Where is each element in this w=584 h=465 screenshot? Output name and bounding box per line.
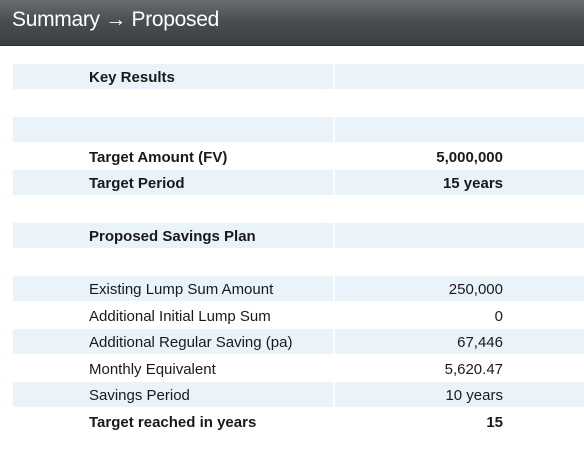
row-label: Additional Initial Lump Sum <box>89 307 271 325</box>
value-cell: 250,000 <box>335 276 584 301</box>
value-cell <box>335 117 584 142</box>
table-row: Monthly Equivalent 5,620.47 <box>13 356 584 383</box>
label-cell: Existing Lump Sum Amount <box>13 276 333 301</box>
table-row: Key Results <box>13 64 584 91</box>
row-value: 0 <box>494 307 503 325</box>
label-cell: Proposed Savings Plan <box>13 223 333 248</box>
row-value: 67,446 <box>457 334 503 351</box>
table-row <box>13 91 584 118</box>
table-row: Additional Regular Saving (pa) 67,446 <box>13 329 584 356</box>
label-cell: Target reached in years <box>13 409 333 434</box>
label-cell: Monthly Equivalent <box>13 356 333 381</box>
table-row <box>13 197 584 224</box>
label-cell: Savings Period <box>13 382 333 407</box>
value-cell: 15 years <box>335 170 584 195</box>
table-row <box>13 250 584 277</box>
value-cell <box>335 223 584 248</box>
table-row: Proposed Savings Plan <box>13 223 584 250</box>
label-cell <box>13 91 333 116</box>
row-label: Target reached in years <box>89 413 257 431</box>
value-cell: 5,000,000 <box>335 144 584 169</box>
row-value: 5,000,000 <box>436 148 503 166</box>
row-label: Key Results <box>89 69 175 86</box>
label-cell: Target Amount (FV) <box>13 144 333 169</box>
row-label: Target Period <box>89 175 185 192</box>
table-row: Savings Period 10 years <box>13 382 584 409</box>
row-label: Existing Lump Sum Amount <box>89 281 274 298</box>
label-cell: Target Period <box>13 170 333 195</box>
value-cell: 67,446 <box>335 329 584 354</box>
summary-table: Key Results Target Amount (FV) 5,000,000 Ta… <box>13 64 584 435</box>
page-title: Summary → Proposed <box>12 8 220 31</box>
label-cell: Additional Initial Lump Sum <box>13 303 333 328</box>
label-cell <box>13 250 333 275</box>
row-label: Proposed Savings Plan <box>89 228 256 245</box>
label-cell: Key Results <box>13 64 333 89</box>
label-cell <box>13 197 333 222</box>
row-value: 5,620.47 <box>444 360 503 378</box>
row-label: Additional Regular Saving (pa) <box>89 334 293 351</box>
row-value: 15 years <box>442 175 503 192</box>
table-row: Target reached in years 15 <box>13 409 584 436</box>
row-label: Savings Period <box>89 387 190 404</box>
value-cell <box>335 250 584 275</box>
row-label: Target Amount (FV) <box>89 148 228 166</box>
row-value: 15 <box>486 413 503 431</box>
label-cell: Additional Regular Saving (pa) <box>13 329 333 354</box>
row-value: 250,000 <box>448 281 503 298</box>
label-cell <box>13 117 333 142</box>
row-value: 10 years <box>445 387 503 404</box>
value-cell: 5,620.47 <box>335 356 584 381</box>
table-row: Target Amount (FV) 5,000,000 <box>13 144 584 171</box>
table-row: Target Period 15 years <box>13 170 584 197</box>
title-bar: Summary → Proposed <box>0 0 584 46</box>
row-label: Monthly Equivalent <box>89 360 216 378</box>
value-cell <box>335 91 584 116</box>
value-cell: 0 <box>335 303 584 328</box>
value-cell <box>335 197 584 222</box>
value-cell: 15 <box>335 409 584 434</box>
table-row: Additional Initial Lump Sum 0 <box>13 303 584 330</box>
table-row <box>13 117 584 144</box>
value-cell: 10 years <box>335 382 584 407</box>
value-cell <box>335 64 584 89</box>
table-row: Existing Lump Sum Amount 250,000 <box>13 276 584 303</box>
